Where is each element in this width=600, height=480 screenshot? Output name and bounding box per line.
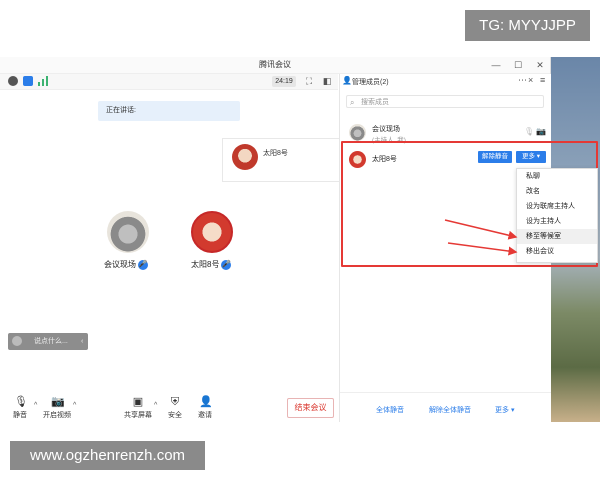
- mute-all-button[interactable]: 全体静音: [376, 405, 404, 415]
- participant-label-host: 会议现场 🎤: [104, 259, 148, 270]
- user-icon: 👤: [342, 76, 352, 85]
- shield-icon: ⛨: [170, 396, 180, 408]
- camera-off-icon[interactable]: 📷: [536, 127, 546, 136]
- shield-icon[interactable]: [23, 76, 33, 86]
- video-options-caret[interactable]: ^: [73, 402, 76, 409]
- chat-input-pill[interactable]: 说点什么... ‹: [8, 333, 88, 350]
- add-user-icon: 👤: [199, 396, 213, 408]
- minimize-button[interactable]: —: [488, 57, 504, 73]
- member-search-input[interactable]: ⌕ 搜索成员: [346, 95, 544, 108]
- menu-item-cohost[interactable]: 设为联席主持人: [517, 199, 597, 214]
- avatar: [232, 144, 258, 170]
- close-panel-icon[interactable]: ×: [528, 75, 533, 85]
- chat-icon: [12, 336, 22, 346]
- signal-icon[interactable]: [38, 76, 48, 86]
- tg-watermark: TG: MYYJJPP: [465, 10, 590, 41]
- mute-label: 静音: [13, 412, 27, 419]
- security-label: 安全: [168, 412, 182, 419]
- avatar: [349, 124, 366, 141]
- participant-avatar-guest[interactable]: [191, 211, 233, 253]
- url-watermark: www.ogzhenrenzh.com: [10, 441, 205, 470]
- share-label: 共享屏幕: [124, 412, 152, 419]
- menu-icon[interactable]: ≡: [540, 75, 545, 85]
- unmute-all-button[interactable]: 解除全体静音: [429, 405, 471, 415]
- menu-item-waiting-room[interactable]: 移至等候室: [517, 229, 597, 244]
- participant-avatar-host[interactable]: [107, 211, 149, 253]
- invite-button[interactable]: 👤 邀请: [196, 396, 214, 420]
- meeting-timer: 24:19: [272, 76, 296, 87]
- mute-button[interactable]: 🎙 静音: [10, 396, 30, 420]
- participant-name: 太阳8号: [191, 260, 220, 269]
- menu-item-remove[interactable]: 移出会议: [517, 244, 597, 259]
- speaking-banner: 正在讲话:: [98, 101, 240, 121]
- window-title: 腾讯会议: [259, 60, 291, 69]
- search-icon: ⌕: [350, 98, 355, 107]
- maximize-button[interactable]: ☐: [510, 57, 526, 73]
- microphone-icon: 🎙: [14, 396, 28, 408]
- security-button[interactable]: ⛨ 安全: [166, 396, 184, 420]
- share-screen-button[interactable]: ▣ 共享屏幕: [124, 396, 152, 420]
- menu-item-private-chat[interactable]: 私聊: [517, 169, 597, 184]
- search-placeholder: 搜索成员: [361, 99, 389, 106]
- panel-title: 管理成员(2): [352, 79, 389, 86]
- more-dropdown-menu: 私聊 改名 设为联席主持人 设为主持人 移至等候室 移出会议: [516, 168, 598, 263]
- close-button[interactable]: ✕: [532, 57, 548, 73]
- bottom-toolbar: 🎙 静音 ^ 📷 开启视频 ^ ▣ 共享屏幕 ^ ⛨ 安全 👤 邀请 结束会议: [0, 392, 338, 422]
- menu-item-host[interactable]: 设为主持人: [517, 214, 597, 229]
- video-label: 开启视频: [43, 412, 71, 419]
- fullscreen-icon[interactable]: ⛶: [304, 76, 314, 86]
- invite-label: 邀请: [198, 412, 212, 419]
- footer-more-button[interactable]: 更多 ▾: [495, 405, 514, 415]
- end-meeting-button[interactable]: 结束会议: [287, 398, 334, 418]
- collapse-arrow-icon[interactable]: ‹: [81, 333, 83, 350]
- video-tile[interactable]: 太阳8号: [222, 138, 340, 182]
- annotation-arrows: [444, 219, 518, 256]
- meeting-info-bar: 24:19 ⛶ ◧: [0, 74, 338, 90]
- layout-icon[interactable]: ◧: [322, 76, 332, 86]
- menu-item-rename[interactable]: 改名: [517, 184, 597, 199]
- chat-placeholder: 说点什么...: [34, 338, 68, 345]
- mute-options-caret[interactable]: ^: [34, 402, 37, 409]
- microphone-icon: 🎤: [138, 259, 148, 270]
- participant-label-guest: 太阳8号 🎤: [191, 259, 232, 270]
- share-screen-icon: ▣: [132, 396, 144, 408]
- video-button[interactable]: 📷 开启视频: [42, 396, 72, 420]
- camera-off-icon: 📷: [51, 396, 65, 408]
- title-bar: 腾讯会议 — ☐ ✕: [0, 57, 550, 74]
- microphone-icon: 🎤: [221, 259, 232, 270]
- arrow-waiting-room: [444, 219, 518, 240]
- arrow-remove: [447, 242, 518, 256]
- more-options-icon[interactable]: ⋯: [518, 75, 527, 86]
- share-options-caret[interactable]: ^: [154, 402, 157, 409]
- info-icon[interactable]: [8, 76, 18, 86]
- panel-footer: 全体静音 解除全体静音 更多 ▾: [340, 392, 551, 423]
- participant-name: 会议现场: [104, 260, 136, 269]
- microphone-icon[interactable]: 🎙: [524, 127, 534, 136]
- member-name: 会议现场: [372, 126, 400, 133]
- tile-name: 太阳8号: [263, 150, 288, 157]
